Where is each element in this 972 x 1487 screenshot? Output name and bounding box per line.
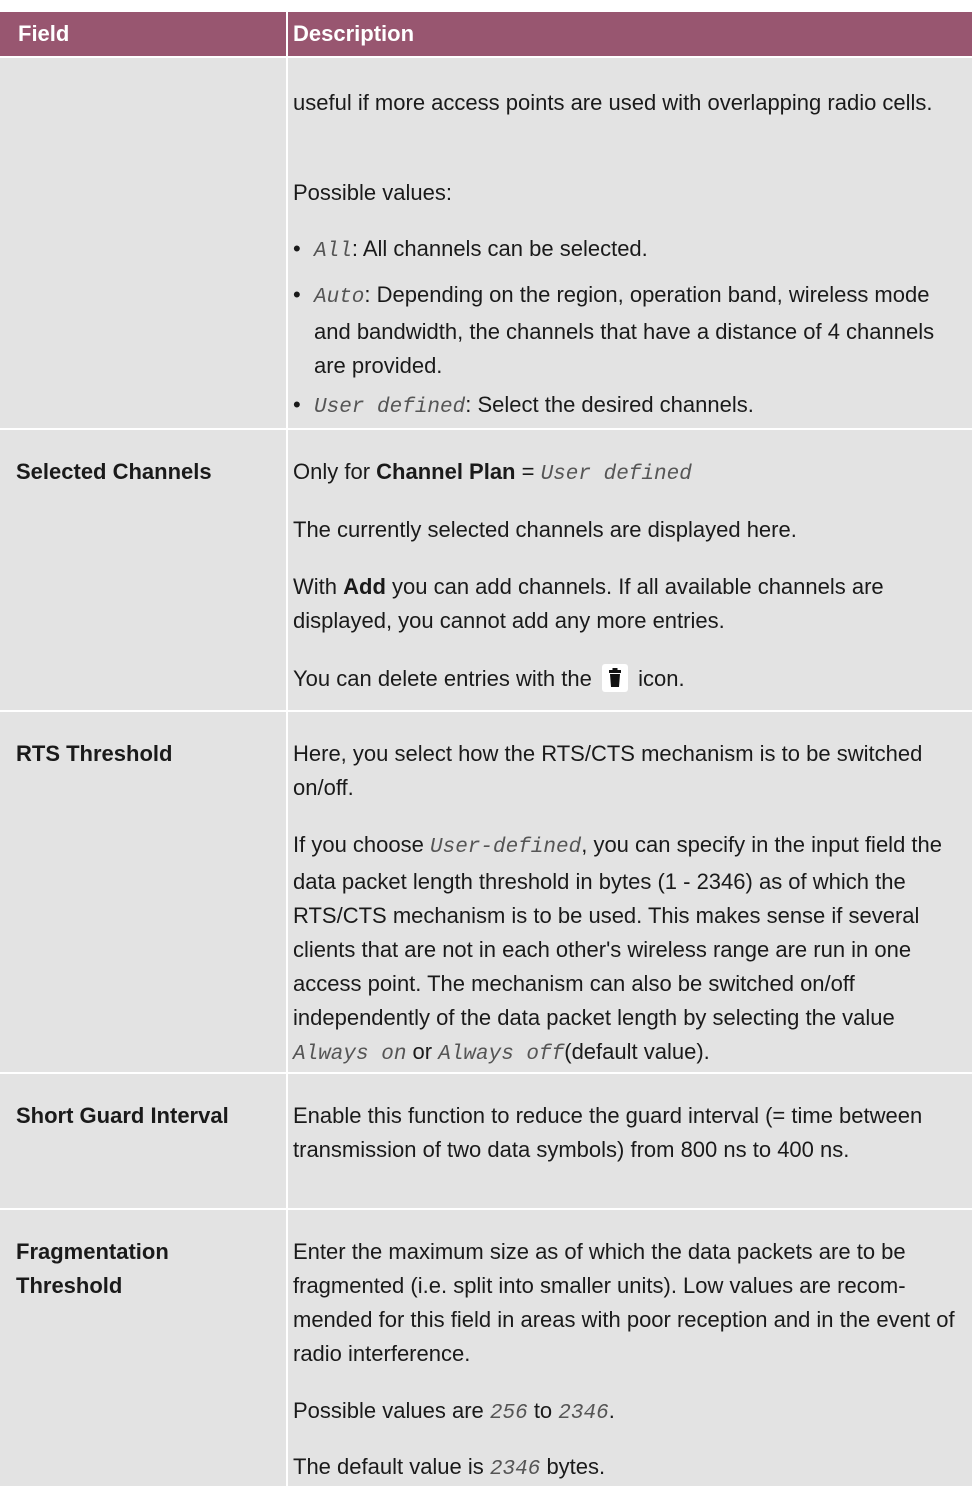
value-default: 2346 [489, 1458, 541, 1481]
value-min: 256 [489, 1402, 528, 1425]
bullet-text: : Depending on the region, operation ban… [314, 282, 935, 378]
ref-add: Add [343, 574, 386, 599]
value-user-defined: User-defined [429, 836, 582, 859]
bullet-icon: • [293, 236, 301, 261]
row5-description: Enter the maximum size as of which the d… [293, 1239, 955, 1366]
column-divider [286, 58, 288, 1486]
header-description: Description [293, 21, 415, 46]
bullet-icon: • [293, 282, 301, 307]
value-max: 2346 [558, 1402, 609, 1425]
value-user-defined: User defined [314, 396, 466, 419]
row3-intro: Here, you select how the RTS/CTS mechani… [293, 741, 923, 800]
row5-possible-values: Possible values are 256 to 2346. [293, 1398, 615, 1425]
header-divider [286, 12, 288, 56]
parameter-table: Field Description useful if more access … [0, 0, 972, 1486]
table-header: Field Description [0, 12, 972, 56]
ref-channel-plan: Channel Plan [376, 459, 516, 484]
row-divider [0, 1072, 972, 1074]
field-fragmentation-threshold: Fragmentation Threshold [16, 1239, 169, 1298]
row5-default: The default value is 2346 bytes. [293, 1454, 606, 1481]
value-auto: Auto [314, 286, 365, 309]
field-short-guard-interval: Short Guard Interval [16, 1103, 229, 1128]
row-divider [0, 710, 972, 712]
value-always-off: Always off [438, 1043, 565, 1066]
row2-only-for: Only for Channel Plan = User defined [293, 459, 692, 486]
row2-description: The currently selected channels are disp… [293, 517, 797, 542]
field-selected-channels: Selected Channels [16, 459, 212, 484]
value-all: All [314, 240, 352, 263]
row-divider [0, 428, 972, 430]
field-rts-threshold: RTS Threshold [16, 741, 173, 766]
trash-icon [601, 664, 628, 692]
row3-detail: If you choose User-defined, you can spec… [293, 832, 942, 1066]
row4-description: Enable this function to reduce the guard… [293, 1103, 923, 1162]
row1-possible-values: Possible values: [293, 180, 452, 205]
row-divider [0, 1208, 972, 1210]
bullet-text: : All channels can be selected. [351, 236, 648, 261]
row1-continuation: useful if more access points are used wi… [293, 90, 933, 115]
row2-delete-info: You can delete entries with the icon. [293, 664, 685, 692]
value-user-defined: User defined [540, 463, 692, 486]
bullet-icon: • [293, 392, 301, 417]
row2-add-info: With Add you can add channels. If all av… [293, 574, 884, 633]
value-always-on: Always on [293, 1043, 407, 1066]
bullet-text: : Select the desired channels. [465, 392, 754, 417]
header-field: Field [18, 21, 70, 46]
